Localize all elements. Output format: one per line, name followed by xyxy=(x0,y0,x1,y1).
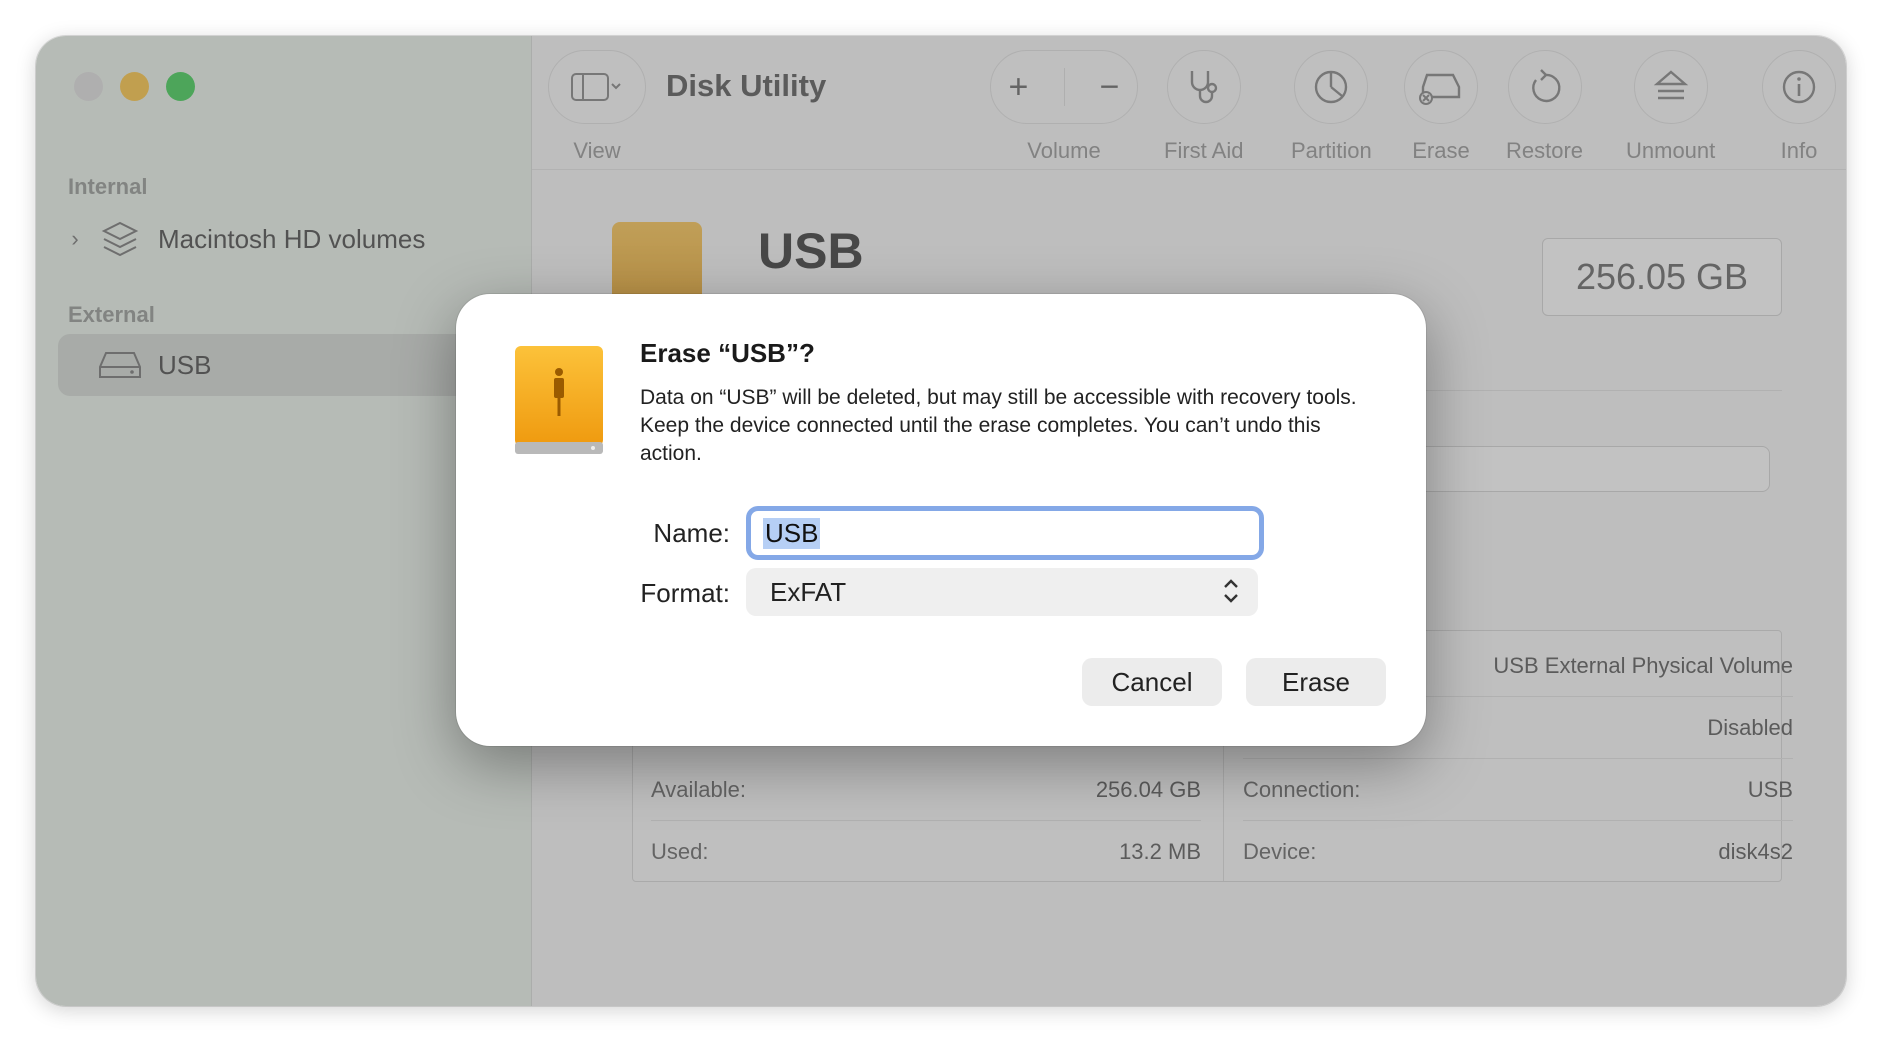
cancel-button[interactable]: Cancel xyxy=(1082,658,1222,706)
dialog-message: Data on “USB” will be deleted, but may s… xyxy=(640,386,1357,465)
erase-dialog: Erase “USB”? Data on “USB” will be delet… xyxy=(456,294,1426,746)
format-select[interactable]: ExFAT xyxy=(746,568,1258,616)
dialog-title: Erase “USB”? xyxy=(640,338,815,368)
name-field[interactable]: USB xyxy=(746,506,1264,560)
erase-button[interactable]: Erase xyxy=(1246,658,1386,706)
format-select-value: ExFAT xyxy=(770,576,847,607)
disk-utility-window: Internal › Macintosh HD volumes External… xyxy=(36,36,1846,1006)
format-label: Format: xyxy=(640,578,730,608)
name-field-value[interactable]: USB xyxy=(763,517,821,549)
name-label: Name: xyxy=(653,518,730,548)
usb-drive-icon xyxy=(514,344,604,456)
chevron-up-down-icon xyxy=(1222,577,1240,605)
